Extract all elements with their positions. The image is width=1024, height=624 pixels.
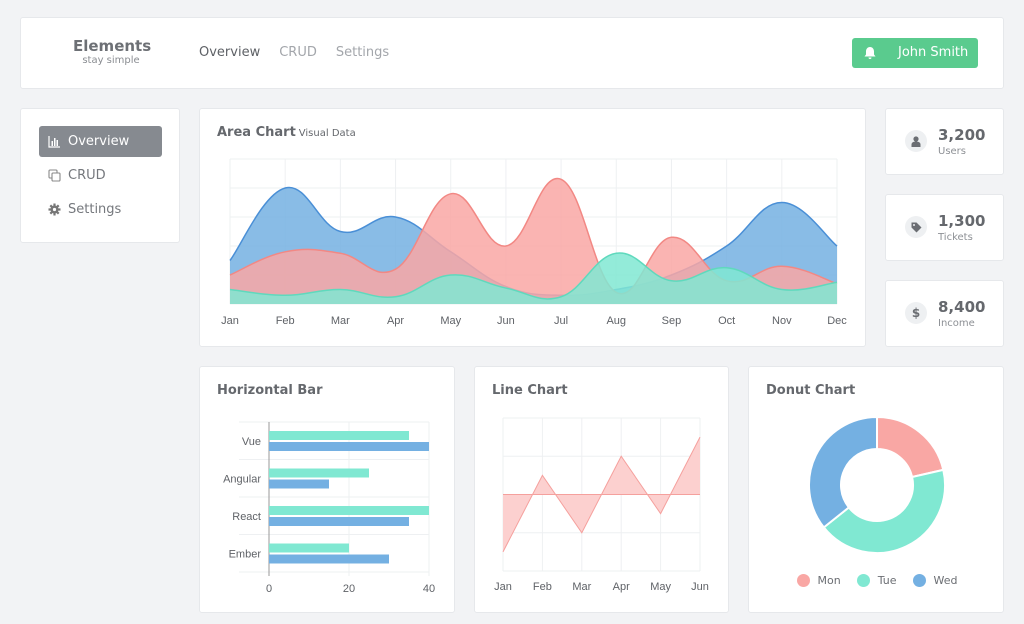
area-chart: Jan Feb Mar Apr May Jun Jul Aug Sep Oct Nov Dec <box>221 158 847 327</box>
sidebar-item-label: Settings <box>68 202 122 217</box>
legend-item-wed[interactable]: Wed <box>912 574 958 587</box>
sidebar-item-overview[interactable]: Overview <box>39 126 162 157</box>
donut-slice-mon <box>876 415 945 479</box>
sidebar-item-settings[interactable]: Settings <box>39 194 162 225</box>
area-chart-card: Area Chart Visual Data Jan Feb Mar Apr May Jun… <box>199 108 866 347</box>
x-tick-label: Apr <box>613 581 630 593</box>
bar <box>269 468 369 478</box>
x-tick-label: Feb <box>276 315 295 327</box>
user-button[interactable]: John Smith <box>852 38 978 68</box>
brand-logo[interactable]: Elements stay simple <box>73 37 152 67</box>
legend-swatch <box>912 574 926 587</box>
y-tick-label: React <box>232 511 261 523</box>
x-tick-label: Jan <box>494 581 512 593</box>
x-tick-label: 20 <box>343 583 355 595</box>
dollar-icon: $ <box>905 302 927 324</box>
bar <box>269 517 409 526</box>
nav-crud[interactable]: CRUD <box>279 45 317 60</box>
user-icon <box>905 130 927 152</box>
x-tick-label: Jul <box>554 315 568 327</box>
x-tick-label: 40 <box>423 583 435 595</box>
line-chart: Jan Feb Mar Apr May Jun <box>494 417 709 593</box>
x-tick-label: Dec <box>827 315 847 327</box>
x-tick-label: Apr <box>387 315 404 327</box>
brand-title: Elements <box>73 37 152 55</box>
sidebar: Overview CRUD Settings <box>20 108 180 243</box>
sidebar-item-crud[interactable]: CRUD <box>39 160 162 191</box>
bar <box>269 506 429 515</box>
x-tick-label: 0 <box>266 583 272 595</box>
x-tick-label: Jun <box>497 315 515 327</box>
legend-label: Wed <box>933 574 958 587</box>
x-tick-label: Aug <box>606 315 626 327</box>
legend-item-tue[interactable]: Tue <box>856 574 897 587</box>
legend-swatch <box>856 574 870 587</box>
x-tick-label: May <box>440 315 461 327</box>
donut-chart-card: Donut Chart Mon Tue Wed <box>748 366 1004 613</box>
legend-label: Tue <box>877 574 897 587</box>
nav-overview[interactable]: Overview <box>199 45 260 60</box>
horizontal-bar-card: Horizontal Bar 0 20 40 Vue Angular React Ember <box>199 366 455 613</box>
stat-value: 3,200 <box>938 126 986 144</box>
legend-label: Mon <box>817 574 841 587</box>
x-tick-label: Mar <box>572 581 591 593</box>
x-tick-label: Feb <box>533 581 552 593</box>
line-chart-card: Line Chart Jan Feb Mar Apr May Jun <box>474 366 729 613</box>
stat-label: Users <box>938 146 967 157</box>
y-tick-label: Ember <box>229 548 262 560</box>
legend-item-mon[interactable]: Mon <box>796 574 841 587</box>
x-tick-label: Mar <box>331 315 350 327</box>
horizontal-bar-chart: 0 20 40 Vue Angular React Ember <box>223 421 435 595</box>
sidebar-item-label: CRUD <box>68 168 106 183</box>
donut-legend: Mon Tue Wed <box>749 574 1005 587</box>
tag-icon <box>905 216 927 238</box>
stat-card-users: 3,200 Users <box>885 108 1004 175</box>
x-tick-label: Nov <box>772 315 792 327</box>
stat-value: 1,300 <box>938 212 986 230</box>
y-tick-label: Angular <box>223 473 261 485</box>
stat-label: Tickets <box>938 232 973 243</box>
user-name: John Smith <box>898 45 969 60</box>
sidebar-item-label: Overview <box>68 134 130 149</box>
bar-chart-icon <box>48 136 60 148</box>
x-tick-label: Oct <box>718 315 735 327</box>
line-series <box>502 436 701 553</box>
bar <box>269 442 429 451</box>
bar <box>269 554 389 564</box>
legend-swatch <box>796 574 810 587</box>
gear-icon <box>48 203 61 216</box>
y-tick-label: Vue <box>242 436 261 448</box>
top-header: Elements stay simple Overview CRUD Setti… <box>20 17 1004 89</box>
stat-label: Income <box>938 318 975 329</box>
bar <box>269 479 329 489</box>
bar <box>269 431 409 440</box>
bar <box>269 543 349 553</box>
stat-value: 8,400 <box>938 298 986 316</box>
brand-subtitle: stay simple <box>82 55 140 66</box>
donut-slice-wed <box>808 415 878 529</box>
copy-icon <box>48 169 61 182</box>
x-tick-label: Jan <box>221 315 239 327</box>
nav-settings[interactable]: Settings <box>336 45 389 60</box>
x-tick-label: Jun <box>691 581 709 593</box>
x-tick-label: May <box>650 581 671 593</box>
stat-card-tickets: 1,300 Tickets <box>885 194 1004 261</box>
x-tick-label: Sep <box>662 315 682 327</box>
top-nav: Overview CRUD Settings <box>199 45 389 60</box>
stat-card-income: $ 8,400 Income <box>885 280 1004 347</box>
bell-icon <box>864 47 876 59</box>
